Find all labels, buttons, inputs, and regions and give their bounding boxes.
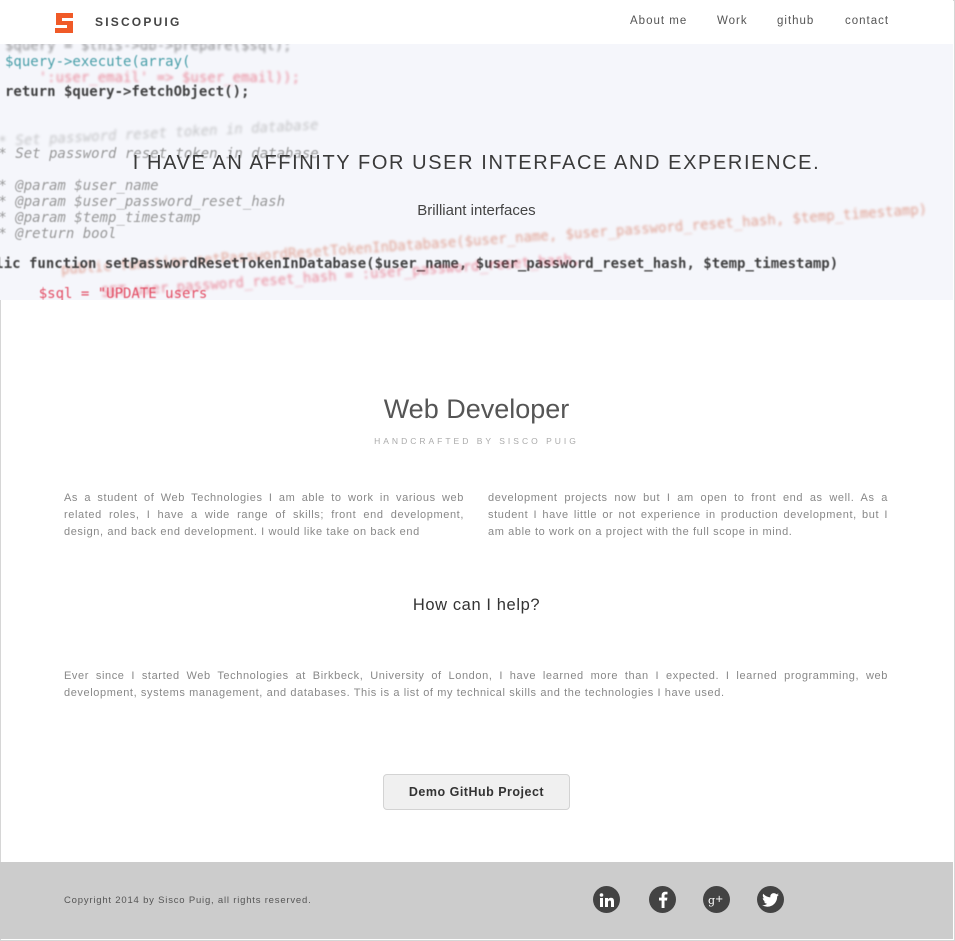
linkedin-icon[interactable] [593,886,620,913]
section-title: Web Developer [383,394,570,424]
help-title: How can I help? [412,596,541,614]
intro-text-left: As a student of Web Technologies I am ab… [64,492,464,538]
nav-work[interactable]: Work [717,15,748,27]
logo-icon[interactable] [54,12,74,34]
code-line: * @return bool [0,226,117,242]
nav-contact[interactable]: contact [845,15,889,27]
hero-subtitle: Brilliant interfaces [417,202,536,219]
code-line: * @param $user_name [0,178,159,194]
svg-text:+: + [715,894,723,905]
intro-text-right: development projects now but I am open t… [488,492,888,538]
hero-banner: $query = $this->db->prepare($sql); $quer… [0,44,953,300]
google-plus-icon[interactable]: g + [703,886,730,913]
nav-about-me[interactable]: About me [630,15,687,27]
site-footer: Copyright 2014 by Sisco Puig, all rights… [0,862,953,939]
copyright-text: Copyright 2014 by Sisco Puig, all rights… [64,895,312,906]
twitter-icon[interactable] [757,886,784,913]
nav-github[interactable]: github [777,15,814,27]
help-text: Ever since I started Web Technologies at… [64,670,888,699]
svg-text:g: g [708,894,715,907]
demo-github-project-button[interactable]: Demo GitHub Project [383,774,570,810]
code-line: $query->execute(array( [5,54,191,70]
site-header: SISCOPUIG About me Work github contact [0,0,953,44]
code-line: return $query->fetchObject(); [5,84,250,100]
facebook-icon[interactable] [649,886,676,913]
code-line: $sql = "UPDATE users [5,286,208,300]
brand-name[interactable]: SISCOPUIG [95,15,181,29]
code-line: $query = $this->db->prepare($sql); [5,44,292,54]
hero-title: I HAVE AN AFFINITY FOR USER INTERFACE AN… [132,152,821,174]
section-subtitle: HANDCRAFTED BY SISCO PUIG [374,436,579,446]
